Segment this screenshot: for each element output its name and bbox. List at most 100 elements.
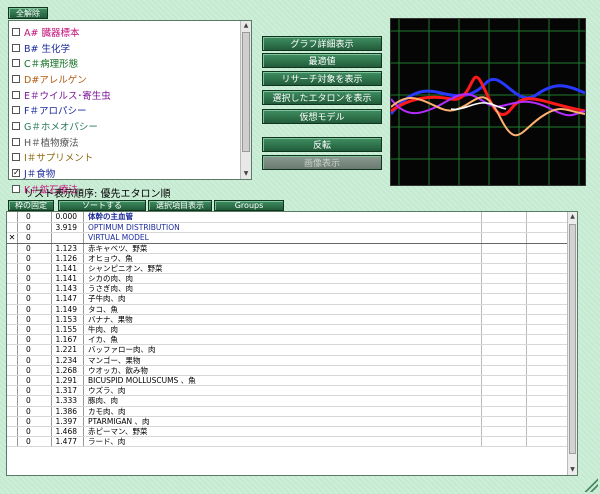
row-mark[interactable]: ✕ [7,233,18,243]
table-row[interactable]: 0 1.141 シャンピニオン、野菜 [7,263,567,275]
table-header-row[interactable]: ✕ 0 VIRTUAL MODEL [7,233,567,244]
row-count: 0 [18,406,52,416]
table-row[interactable]: 0 1.155 牛肉、肉 [7,325,567,336]
table-scroll-down-icon[interactable]: ▼ [568,465,577,475]
table-row[interactable]: 0 1.143 うさぎ肉、肉 [7,284,567,295]
row-mark[interactable] [7,345,18,355]
table-row[interactable]: 0 1.141 シカの肉、肉 [7,274,567,285]
row-mark[interactable] [7,365,18,375]
scroll-down-icon[interactable]: ▼ [241,169,251,179]
row-mark[interactable] [7,386,18,396]
row-value: 1.141 [52,263,84,274]
row-value: 1.234 [52,355,84,365]
show-research-button[interactable]: リサーチ対象を表示 [262,71,382,86]
graph-detail-button[interactable]: グラフ詳細表示 [262,36,382,51]
table-header-row[interactable]: 0 0.000 体幹の主血管 [7,212,567,223]
category-checkbox[interactable] [12,106,20,115]
category-checkbox[interactable] [12,90,20,99]
show-selection-tab[interactable]: 選択項目表示 [148,200,212,211]
table-row[interactable]: 0 1.333 豚肉、肉 [7,396,567,407]
row-mark[interactable] [7,426,18,437]
category-item[interactable]: H＃植物療法 [12,134,240,150]
row-mark[interactable] [7,284,18,294]
scroll-thumb[interactable] [242,32,250,152]
category-item[interactable]: B# 生化学 [12,40,240,56]
category-item[interactable]: A# 臓器標本 [12,24,240,40]
row-extra [482,222,527,232]
category-item[interactable]: E＃ウイルス･寄生虫 [12,87,240,103]
row-mark[interactable] [7,274,18,284]
table-scrollbar[interactable]: ▲ ▼ [567,212,577,475]
category-item[interactable]: ✓ J＃食物 [12,165,240,181]
row-name: BICUSPID MOLLUSCUMS 、魚 [84,375,482,386]
category-checkbox[interactable] [12,121,20,130]
table-row[interactable]: 0 1.149 タコ、魚 [7,304,567,315]
category-checkbox[interactable] [12,153,20,162]
table-row[interactable]: 0 1.317 ウズラ、肉 [7,386,567,397]
resize-grip-icon[interactable] [584,478,598,492]
row-name: タコ、魚 [84,304,482,314]
table-header-row[interactable]: 0 3.919 OPTIMUM DISTRIBUTION [7,222,567,233]
table-row[interactable]: 0 1.291 BICUSPID MOLLUSCUMS 、魚 [7,375,567,387]
table-scroll-up-icon[interactable]: ▲ [568,212,577,222]
show-selected-button[interactable]: 選択したエタロンを表示 [262,90,382,105]
table-row[interactable]: 0 1.147 子牛肉、肉 [7,294,567,305]
category-item[interactable]: G＃ホメオパシー [12,118,240,134]
row-name: 赤キャベツ、野菜 [84,243,482,253]
row-mark[interactable] [7,263,18,274]
waveform-svg [389,19,586,185]
row-mark[interactable] [7,212,18,222]
table-row[interactable]: 0 1.126 オヒョウ、魚 [7,253,567,264]
row-mark[interactable] [7,304,18,314]
category-checkbox[interactable] [12,43,20,52]
optimum-button[interactable]: 最適値 [262,53,382,68]
table-row[interactable]: 0 1.123 赤キャベツ、野菜 [7,243,567,254]
category-checkbox[interactable] [12,27,20,36]
row-mark[interactable] [7,355,18,365]
category-checkbox[interactable] [12,184,20,193]
row-value: 1.477 [52,437,84,447]
row-mark[interactable] [7,294,18,304]
table-row[interactable]: 0 1.268 ウオッカ、飲み物 [7,365,567,376]
row-extra2 [527,386,567,395]
table-row[interactable]: 0 1.153 バナナ、果物 [7,314,567,325]
table-body: 0 0.000 体幹の主血管 0 3.919 OPTIMUM DISTRIBUTION ✕ 0… [7,212,567,448]
category-item[interactable]: F＃アロパシー [12,102,240,118]
row-mark[interactable] [7,222,18,232]
scroll-up-icon[interactable]: ▲ [241,21,251,31]
category-checkbox[interactable] [12,137,20,146]
row-mark[interactable] [7,325,18,335]
row-mark[interactable] [7,253,18,263]
row-mark[interactable] [7,396,18,406]
fix-column-tab[interactable]: 枠の固定 [8,200,54,211]
table-row[interactable]: 0 1.234 マンゴー、果物 [7,355,567,366]
category-checkbox[interactable]: ✓ [12,169,20,178]
category-checkbox[interactable] [12,59,20,68]
category-checkbox[interactable] [12,74,20,83]
row-mark[interactable] [7,243,18,253]
row-mark[interactable] [7,335,18,345]
groups-tab[interactable]: Groups [214,200,284,211]
show-image-button[interactable]: 画像表示 [262,155,382,170]
deselect-all-button[interactable]: 全解除 [8,7,48,19]
category-item[interactable]: C＃病理形態 [12,55,240,71]
row-extra2 [527,417,567,426]
sort-tab[interactable]: ソートする [58,200,146,211]
row-mark[interactable] [7,375,18,386]
category-item[interactable]: D#アレルゲン [12,71,240,87]
category-scrollbar[interactable]: ▲ ▼ [240,21,251,179]
invert-button[interactable]: 反転 [262,137,382,152]
row-mark[interactable] [7,406,18,416]
table-row[interactable]: 0 1.397 PTARMIGAN 、肉 [7,416,567,427]
row-mark[interactable] [7,437,18,447]
row-mark[interactable] [7,314,18,324]
table-row[interactable]: 0 1.167 イカ、魚 [7,335,567,346]
table-scroll-thumb[interactable] [569,224,576,454]
table-row[interactable]: 0 1.468 赤ピーマン、野菜 [7,426,567,438]
category-item[interactable]: I＃サプリメント [12,150,240,166]
row-mark[interactable] [7,416,18,426]
table-row[interactable]: 0 1.477 ラード、肉 [7,437,567,448]
table-row[interactable]: 0 1.386 カモ肉、肉 [7,406,567,417]
virtual-model-button[interactable]: 仮想モデル [262,109,382,124]
table-row[interactable]: 0 1.221 バッファロー肉、肉 [7,345,567,356]
